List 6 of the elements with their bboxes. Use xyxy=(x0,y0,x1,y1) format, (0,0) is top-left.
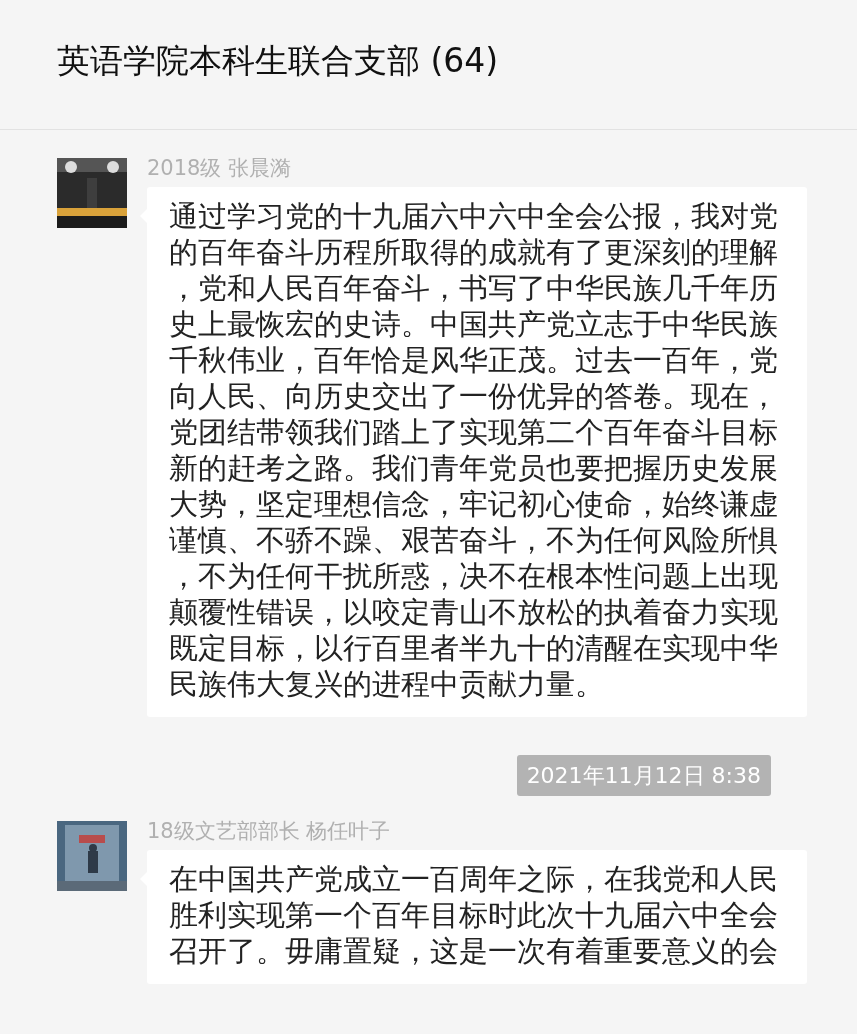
chat-title: 英语学院本科生联合支部 (64) xyxy=(57,39,499,82)
message-text: 通过学习党的十九届六中六中全会公报，我对党的百年奋斗历程所取得的成就有了更深刻的理解，党和人民百年奋斗，书写了中华民族几千年历史上最恢宏的史诗。中国共产党立志于中华民族千秋伟业，百年恰是风华正茂。过去一百年，党向人民、向历史交出了一份优异的答卷。现在，党团结带领我们踏上了实现第二个百年奋斗目标新的赶考之路。我们青年党员也要把握历史发展大势，坚定理想信念，牢记初心使命，始终谦虚谨慎、不骄不躁、艰苦奋斗，不为任何风险所惧，不为任何干扰所惑，决不在根本性问题上出现颠覆性错误，以咬定青山不放松的执着奋力实现既定目标，以行百里者半九十的清醒在实现中华民族伟大复兴的进程中贡献力量。 xyxy=(169,199,779,703)
message-text: 在中国共产党成立一百周年之际，在我党和人民胜利实现第一个百年目标时此次十九届六中全会召开了。毋庸置疑，这是一次有着重要意义的会 xyxy=(169,862,779,970)
sender-name: 2018级 张晨漪 xyxy=(147,155,293,181)
sender-name: 18级文艺部部长 杨任叶子 xyxy=(147,818,392,844)
timestamp: 2021年11月12日 8:38 xyxy=(516,755,771,796)
